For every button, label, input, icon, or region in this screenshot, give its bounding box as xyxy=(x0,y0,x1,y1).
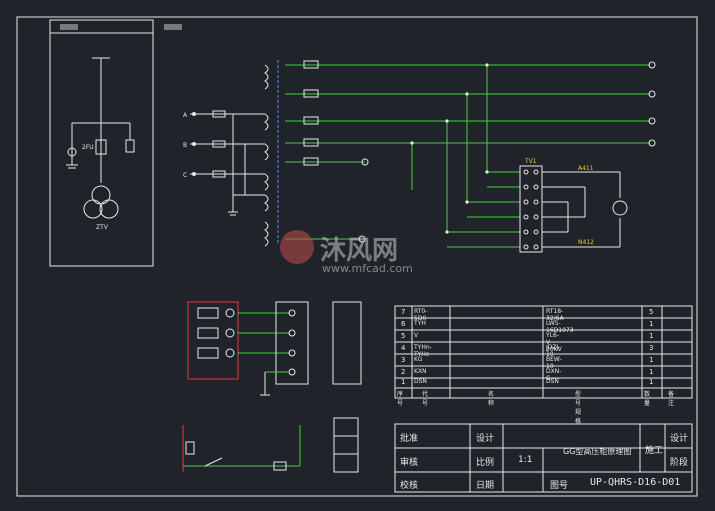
fuse-label: 2FU xyxy=(82,144,94,151)
drawing-no: UP-QHRS-D16-D01 xyxy=(590,477,681,488)
bom-row-6-no: 6 xyxy=(401,320,406,328)
watermark-logo-icon xyxy=(280,230,314,264)
watermark-url: www.mfcad.com xyxy=(322,262,413,275)
left-panel: 2FU ZTV xyxy=(49,19,182,267)
scale-label: 比例 xyxy=(476,458,495,468)
bom-row-3-code: KG xyxy=(414,356,423,363)
approve-label: 批准 xyxy=(400,434,419,444)
bom-header-qty: 数量 xyxy=(644,391,651,407)
terminal-block: TV1 A411 N412 xyxy=(519,158,628,253)
drawing-no-label: 图号 xyxy=(550,481,569,491)
relay-subcircuit xyxy=(182,301,362,473)
design2-label: 设计 xyxy=(670,434,689,444)
bom-row-3-no: 3 xyxy=(401,356,406,364)
bom-row-3-qty: 1 xyxy=(649,356,654,364)
secondary-wires xyxy=(285,60,656,248)
check-label: 阶段 xyxy=(670,458,689,468)
proof-label: 校核 xyxy=(400,481,419,491)
bom-row-6-qty: 1 xyxy=(649,320,654,328)
bom-header-name: 名 称 xyxy=(488,391,495,407)
drawing-title: GG型高压柜原理图 xyxy=(563,447,632,456)
bom-row-1-code: DSN xyxy=(414,378,427,385)
drawing-canvas: 2FU ZTV A B C TV1 A411 N412 7 RT0-5D0 RT… xyxy=(0,0,715,511)
transformer-label: ZTV xyxy=(96,224,109,231)
meter-icon xyxy=(612,200,628,216)
meter-wire-label-2: N412 xyxy=(578,239,594,246)
design-label: 设计 xyxy=(476,434,495,444)
bom-row-1-no: 1 xyxy=(401,378,406,386)
phase-b-label: B xyxy=(183,142,187,149)
date-label: 日期 xyxy=(476,481,495,491)
meter-wire-label-1: A411 xyxy=(578,165,594,172)
bom-row-7-no: 7 xyxy=(401,308,406,316)
bom-row-4-qty: 3 xyxy=(649,344,654,352)
bom-header-remark: 备 注 xyxy=(668,391,675,407)
bom-row-6-code: TYH xyxy=(414,320,426,327)
phase-a-label: A xyxy=(183,112,188,119)
bom-header-code: 代 号 xyxy=(422,391,429,407)
review-label: 审核 xyxy=(400,458,419,468)
header-box-2 xyxy=(164,24,182,30)
phase-c-label: C xyxy=(183,172,187,179)
watermark: 沐风网 www.mfcad.com xyxy=(280,230,440,280)
bom-row-2-code: KXN xyxy=(414,368,427,375)
bom-row-1-qty: 1 xyxy=(649,378,654,386)
bom-row-5-qty: 1 xyxy=(649,332,654,340)
bom-row-7-qty: 5 xyxy=(649,308,654,316)
terminal-block-label: TV1 xyxy=(524,158,537,165)
bom-header-no: 序号 xyxy=(397,391,404,407)
bom-row-5-code: V xyxy=(414,332,419,339)
bom-header-spec: 型 号 规 格 xyxy=(575,391,582,425)
header-box-1 xyxy=(60,24,78,30)
stage-label: 施工 xyxy=(645,446,664,456)
phase-inputs: A B C xyxy=(183,110,265,216)
coil-stack xyxy=(264,60,279,247)
scale-value: 1:1 xyxy=(518,455,533,465)
transformer-icon xyxy=(91,185,111,205)
bom-row-1-spec: DSN xyxy=(546,378,559,385)
bom-row-5-no: 5 xyxy=(401,332,406,340)
bom-row-4-no: 4 xyxy=(401,344,406,352)
bom-row-2-qty: 1 xyxy=(649,368,654,376)
bom-table xyxy=(394,305,693,399)
bom-row-2-no: 2 xyxy=(401,368,406,376)
